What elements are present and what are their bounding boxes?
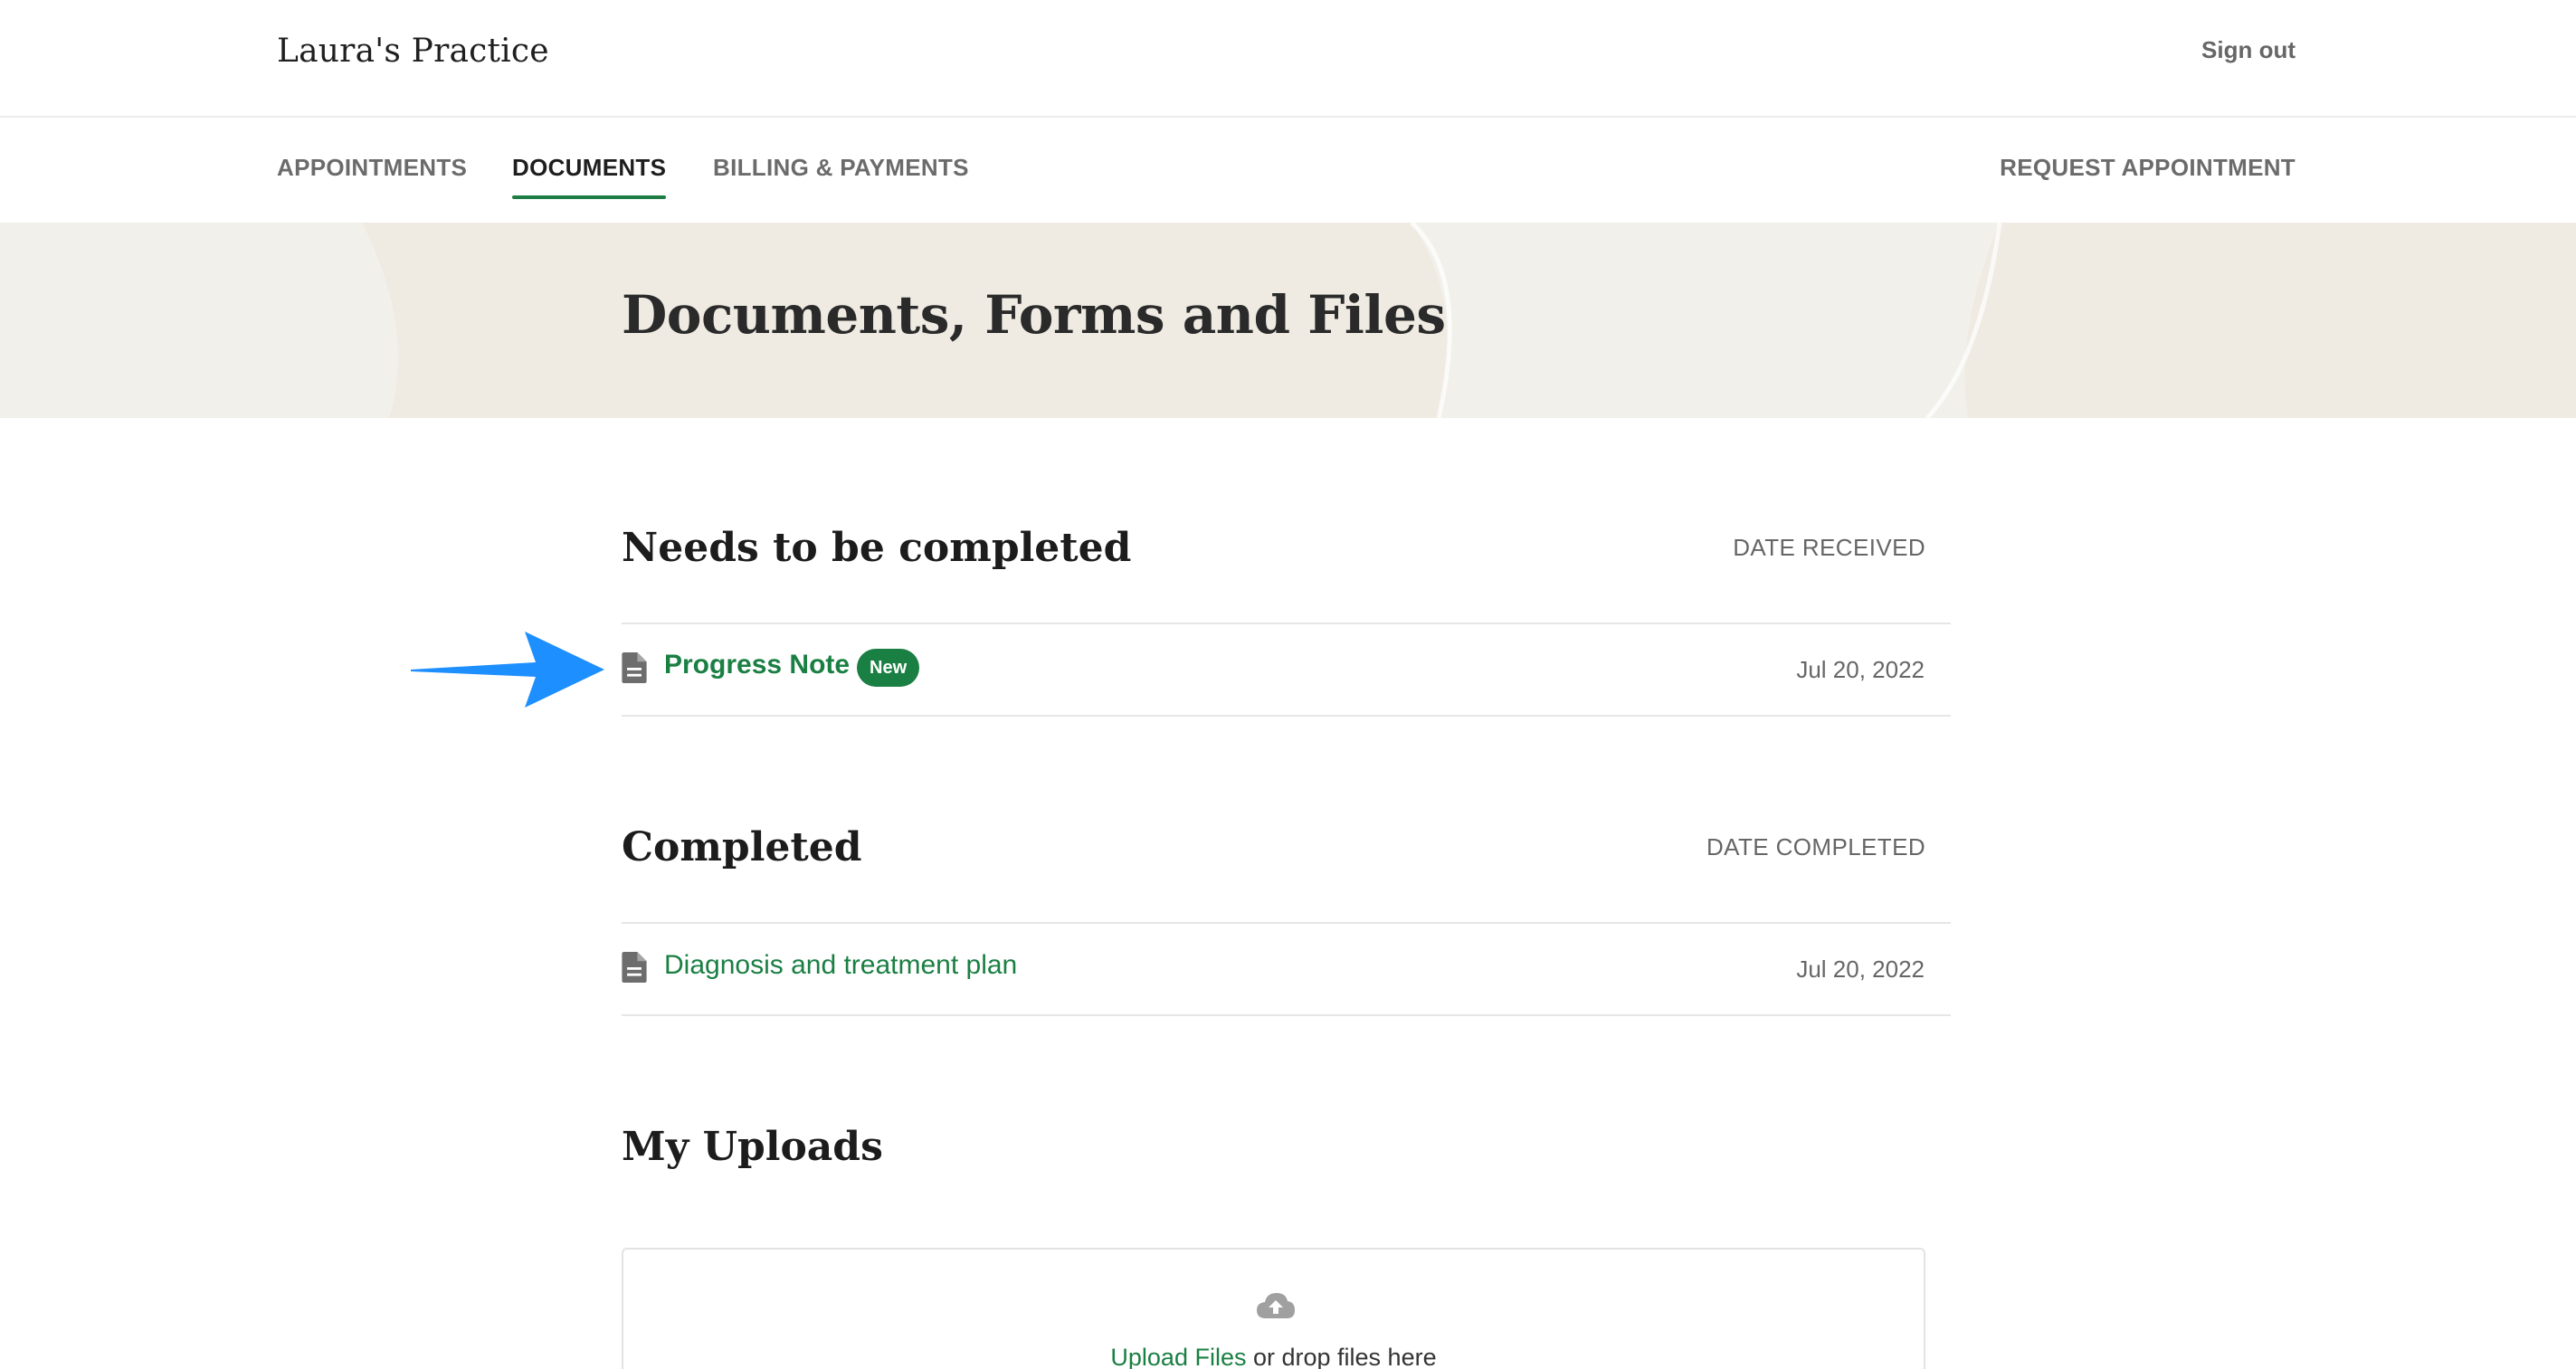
active-tab-underline xyxy=(512,195,667,199)
divider xyxy=(622,922,1951,924)
document-row-progress-note[interactable]: Progress Note New Jul 20, 2022 xyxy=(622,649,1951,743)
document-row-diagnosis-treatment-plan[interactable]: Diagnosis and treatment plan Jul 20, 202… xyxy=(622,950,1951,1042)
document-icon xyxy=(622,652,647,683)
sign-out-link[interactable]: Sign out xyxy=(2201,36,2296,64)
date-received: Jul 20, 2022 xyxy=(1796,656,1925,683)
needs-completion-heading: Needs to be completed xyxy=(622,525,1132,571)
date-completed-header: DATE COMPLETED xyxy=(1706,833,1925,860)
upload-instructions: Upload Files or drop files here xyxy=(623,1344,1924,1369)
date-completed: Jul 20, 2022 xyxy=(1796,955,1925,983)
divider xyxy=(622,1014,1951,1016)
callout-arrow-icon xyxy=(411,632,604,708)
divider xyxy=(622,715,1951,717)
nav-documents-label: DOCUMENTS xyxy=(512,154,667,181)
nav-request-appointment[interactable]: REQUEST APPOINTMENT xyxy=(2000,154,2296,182)
new-badge: New xyxy=(857,649,920,687)
main-nav: APPOINTMENTS DOCUMENTS BILLING & PAYMENT… xyxy=(0,118,2576,223)
nav-documents[interactable]: DOCUMENTS xyxy=(512,154,667,199)
completed-heading: Completed xyxy=(622,824,862,870)
page-banner: Documents, Forms and Files xyxy=(0,223,2576,418)
drop-files-text: or drop files here xyxy=(1246,1344,1437,1369)
upload-dropzone[interactable]: Upload Files or drop files here xyxy=(622,1248,1925,1369)
cloud-upload-icon xyxy=(1257,1293,1295,1318)
page-title: Documents, Forms and Files xyxy=(622,284,1446,346)
progress-note-link[interactable]: Progress Note xyxy=(664,650,850,680)
date-received-header: DATE RECEIVED xyxy=(1733,534,1925,561)
divider xyxy=(622,623,1951,624)
diagnosis-treatment-plan-link[interactable]: Diagnosis and treatment plan xyxy=(664,950,1017,981)
upload-files-link[interactable]: Upload Files xyxy=(1110,1344,1246,1369)
my-uploads-heading: My Uploads xyxy=(622,1124,883,1170)
practice-name[interactable]: Laura's Practice xyxy=(277,33,549,70)
top-header: Laura's Practice Sign out xyxy=(0,0,2576,118)
document-icon xyxy=(622,952,647,983)
nav-appointments[interactable]: APPOINTMENTS xyxy=(277,154,467,182)
nav-billing-payments[interactable]: BILLING & PAYMENTS xyxy=(713,154,969,182)
